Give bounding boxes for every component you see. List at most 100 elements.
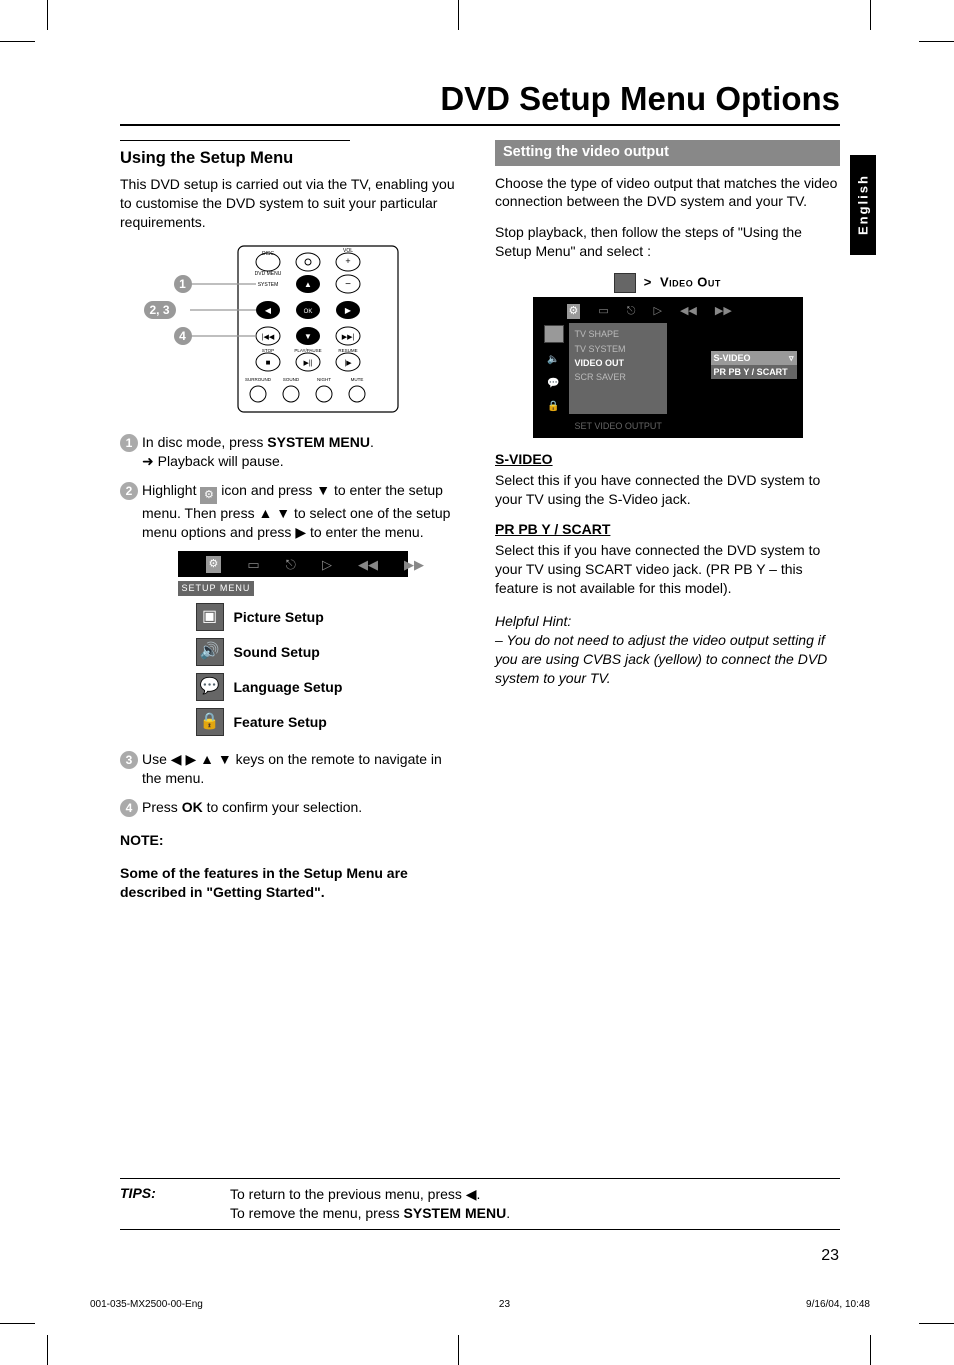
svg-text:DISC: DISC <box>262 251 274 257</box>
callout-4: 4 <box>174 327 192 345</box>
strip-icon: ▭ <box>247 556 259 574</box>
page-title: DVD Setup Menu Options <box>120 80 840 126</box>
strip-icon: ▶▶ <box>404 556 424 574</box>
tips-line-bold: SYSTEM MENU <box>404 1205 507 1221</box>
left-column: Using the Setup Menu This DVD setup is c… <box>120 140 465 902</box>
step-subtext: ➜ Playback will pause. <box>142 453 284 469</box>
crop-mark <box>458 1335 459 1365</box>
svg-text:■: ■ <box>265 358 270 367</box>
svg-text:▶: ▶ <box>344 306 351 315</box>
step-text: Press <box>142 799 182 815</box>
menu-item-sound: 🔊Sound Setup <box>196 638 408 666</box>
feature-icon: 🔒 <box>196 708 224 736</box>
note-text: Some of the features in the Setup Menu a… <box>120 864 465 902</box>
svg-text:PLAY/PAUSE: PLAY/PAUSE <box>294 348 321 353</box>
step-2: 2 Highlight ⚙ icon and press ▼ to enter … <box>120 481 465 542</box>
strip-icon: ◀◀ <box>680 304 697 319</box>
strip-icon: ⎋ <box>627 304 636 319</box>
strip-icon: ⚙ <box>567 304 581 319</box>
step-4: 4 Press OK to confirm your selection. <box>120 798 465 817</box>
svg-text:MUTE: MUTE <box>350 377 363 382</box>
strip-icon: ▷ <box>322 556 332 574</box>
menu-item-label: Picture Setup <box>234 608 324 627</box>
crop-mark <box>919 1323 954 1324</box>
picture-icon: ▣ <box>196 603 224 631</box>
language-icon: 💬 <box>196 673 224 701</box>
strip-icon: ⎋ <box>286 556 296 574</box>
menu-item-label: Language Setup <box>234 678 343 697</box>
language-icon: 💬 <box>547 377 559 391</box>
svg-text:▼: ▼ <box>304 332 312 341</box>
crop-mark <box>870 0 871 30</box>
step-text-bold: OK <box>182 799 203 815</box>
svg-text:DVD MENU: DVD MENU <box>254 271 281 277</box>
footer-left: 001-035-MX2500-00-Eng <box>90 1299 203 1310</box>
callout-2-3: 2, 3 <box>144 301 176 319</box>
arrow-icon: > <box>644 275 652 290</box>
prpby-heading: PR PB Y / SCART <box>495 520 840 539</box>
step-badge: 2 <box>120 482 138 500</box>
strip-icon: ▶▶ <box>715 304 732 319</box>
submenu-item: SCR SAVER <box>575 370 661 384</box>
hint-text: – You do not need to adjust the video ou… <box>495 631 840 688</box>
video-out-illustration: > Video Out ⚙ ▭ ⎋ ▷ ◀◀ ▶▶ <box>533 273 803 438</box>
tips-line: To remove the menu, press <box>230 1205 404 1221</box>
step-badge: 3 <box>120 751 138 769</box>
submenu-item: TV SYSTEM <box>575 342 661 356</box>
picture-icon <box>544 325 564 343</box>
strip-icon: ⚙ <box>206 556 222 573</box>
step-badge: 4 <box>120 799 138 817</box>
svg-text:|◀◀: |◀◀ <box>261 334 274 341</box>
setup-menu-illustration: ⚙ ▭ ⎋ ▷ ◀◀ ▶▶ SETUP MENU ▣Picture Setup … <box>178 551 408 736</box>
svg-text:SOUND: SOUND <box>282 377 299 382</box>
svg-text:VOL: VOL <box>342 248 352 254</box>
remote-illustration: DISC DVD MENU + VOL SYSTEM ▲ − ◀ OK ▶ <box>178 244 408 419</box>
svg-text:STOP: STOP <box>261 348 273 353</box>
step-badge: 1 <box>120 434 138 452</box>
intro-text: This DVD setup is carried out via the TV… <box>120 175 465 232</box>
step-text: . <box>370 434 374 450</box>
content-area: DVD Setup Menu Options Using the Setup M… <box>120 80 840 902</box>
dropdown-icon: ▿ <box>789 352 794 364</box>
menu-item-language: 💬 Language Setup <box>196 673 408 701</box>
tips-label: TIPS: <box>120 1185 230 1223</box>
submenu-option: S-VIDEO <box>714 352 751 364</box>
crop-mark <box>47 0 48 30</box>
svg-text:SYSTEM: SYSTEM <box>257 282 278 288</box>
tips-line: . <box>506 1205 510 1221</box>
svg-text:▲: ▲ <box>304 280 312 289</box>
note-label: NOTE: <box>120 831 465 850</box>
vo-intro: Choose the type of video output that mat… <box>495 174 840 212</box>
svg-text:▶▶|: ▶▶| <box>341 334 354 341</box>
tips-line: To return to the previous menu, press ◀. <box>230 1186 480 1202</box>
page: English DVD Setup Menu Options Using the… <box>0 0 954 1365</box>
svg-text:NIGHT: NIGHT <box>317 377 331 382</box>
svg-text:−: − <box>345 279 351 290</box>
footer-right: 9/16/04, 10:48 <box>806 1299 870 1310</box>
crop-mark <box>0 41 35 42</box>
step-1: 1 In disc mode, press SYSTEM MENU. ➜ Pla… <box>120 433 465 471</box>
using-setup-heading: Using the Setup Menu <box>120 147 465 169</box>
sound-icon: 🔈 <box>547 353 559 367</box>
submenu-item-active: VIDEO OUT <box>575 356 661 370</box>
menu-item-label: Sound Setup <box>234 643 320 662</box>
picture-icon <box>614 273 636 293</box>
footer-mid: 23 <box>499 1299 510 1310</box>
step-text: to confirm your selection. <box>203 799 363 815</box>
svideo-heading: S-VIDEO <box>495 450 840 469</box>
callout-1: 1 <box>174 275 192 293</box>
step-text-bold: SYSTEM MENU <box>267 434 370 450</box>
step-text: Use ◀ ▶ ▲ ▼ keys on the remote to naviga… <box>142 750 465 788</box>
menu-item-picture: ▣ Picture Setup <box>196 603 408 631</box>
tips-footer: TIPS: To return to the previous menu, pr… <box>120 1178 840 1230</box>
svg-text:◀: ◀ <box>264 306 271 315</box>
right-column: Setting the video output Choose the type… <box>495 140 840 902</box>
strip-icon: ◀◀ <box>358 556 378 574</box>
svg-text:+: + <box>345 256 350 266</box>
crop-mark <box>919 41 954 42</box>
strip-icon: ▭ <box>598 304 608 319</box>
crop-mark <box>870 1335 871 1365</box>
print-footer: 001-035-MX2500-00-Eng 23 9/16/04, 10:48 <box>90 1299 870 1310</box>
svideo-text: Select this if you have connected the DV… <box>495 471 840 509</box>
step-text: Highlight <box>142 482 200 498</box>
